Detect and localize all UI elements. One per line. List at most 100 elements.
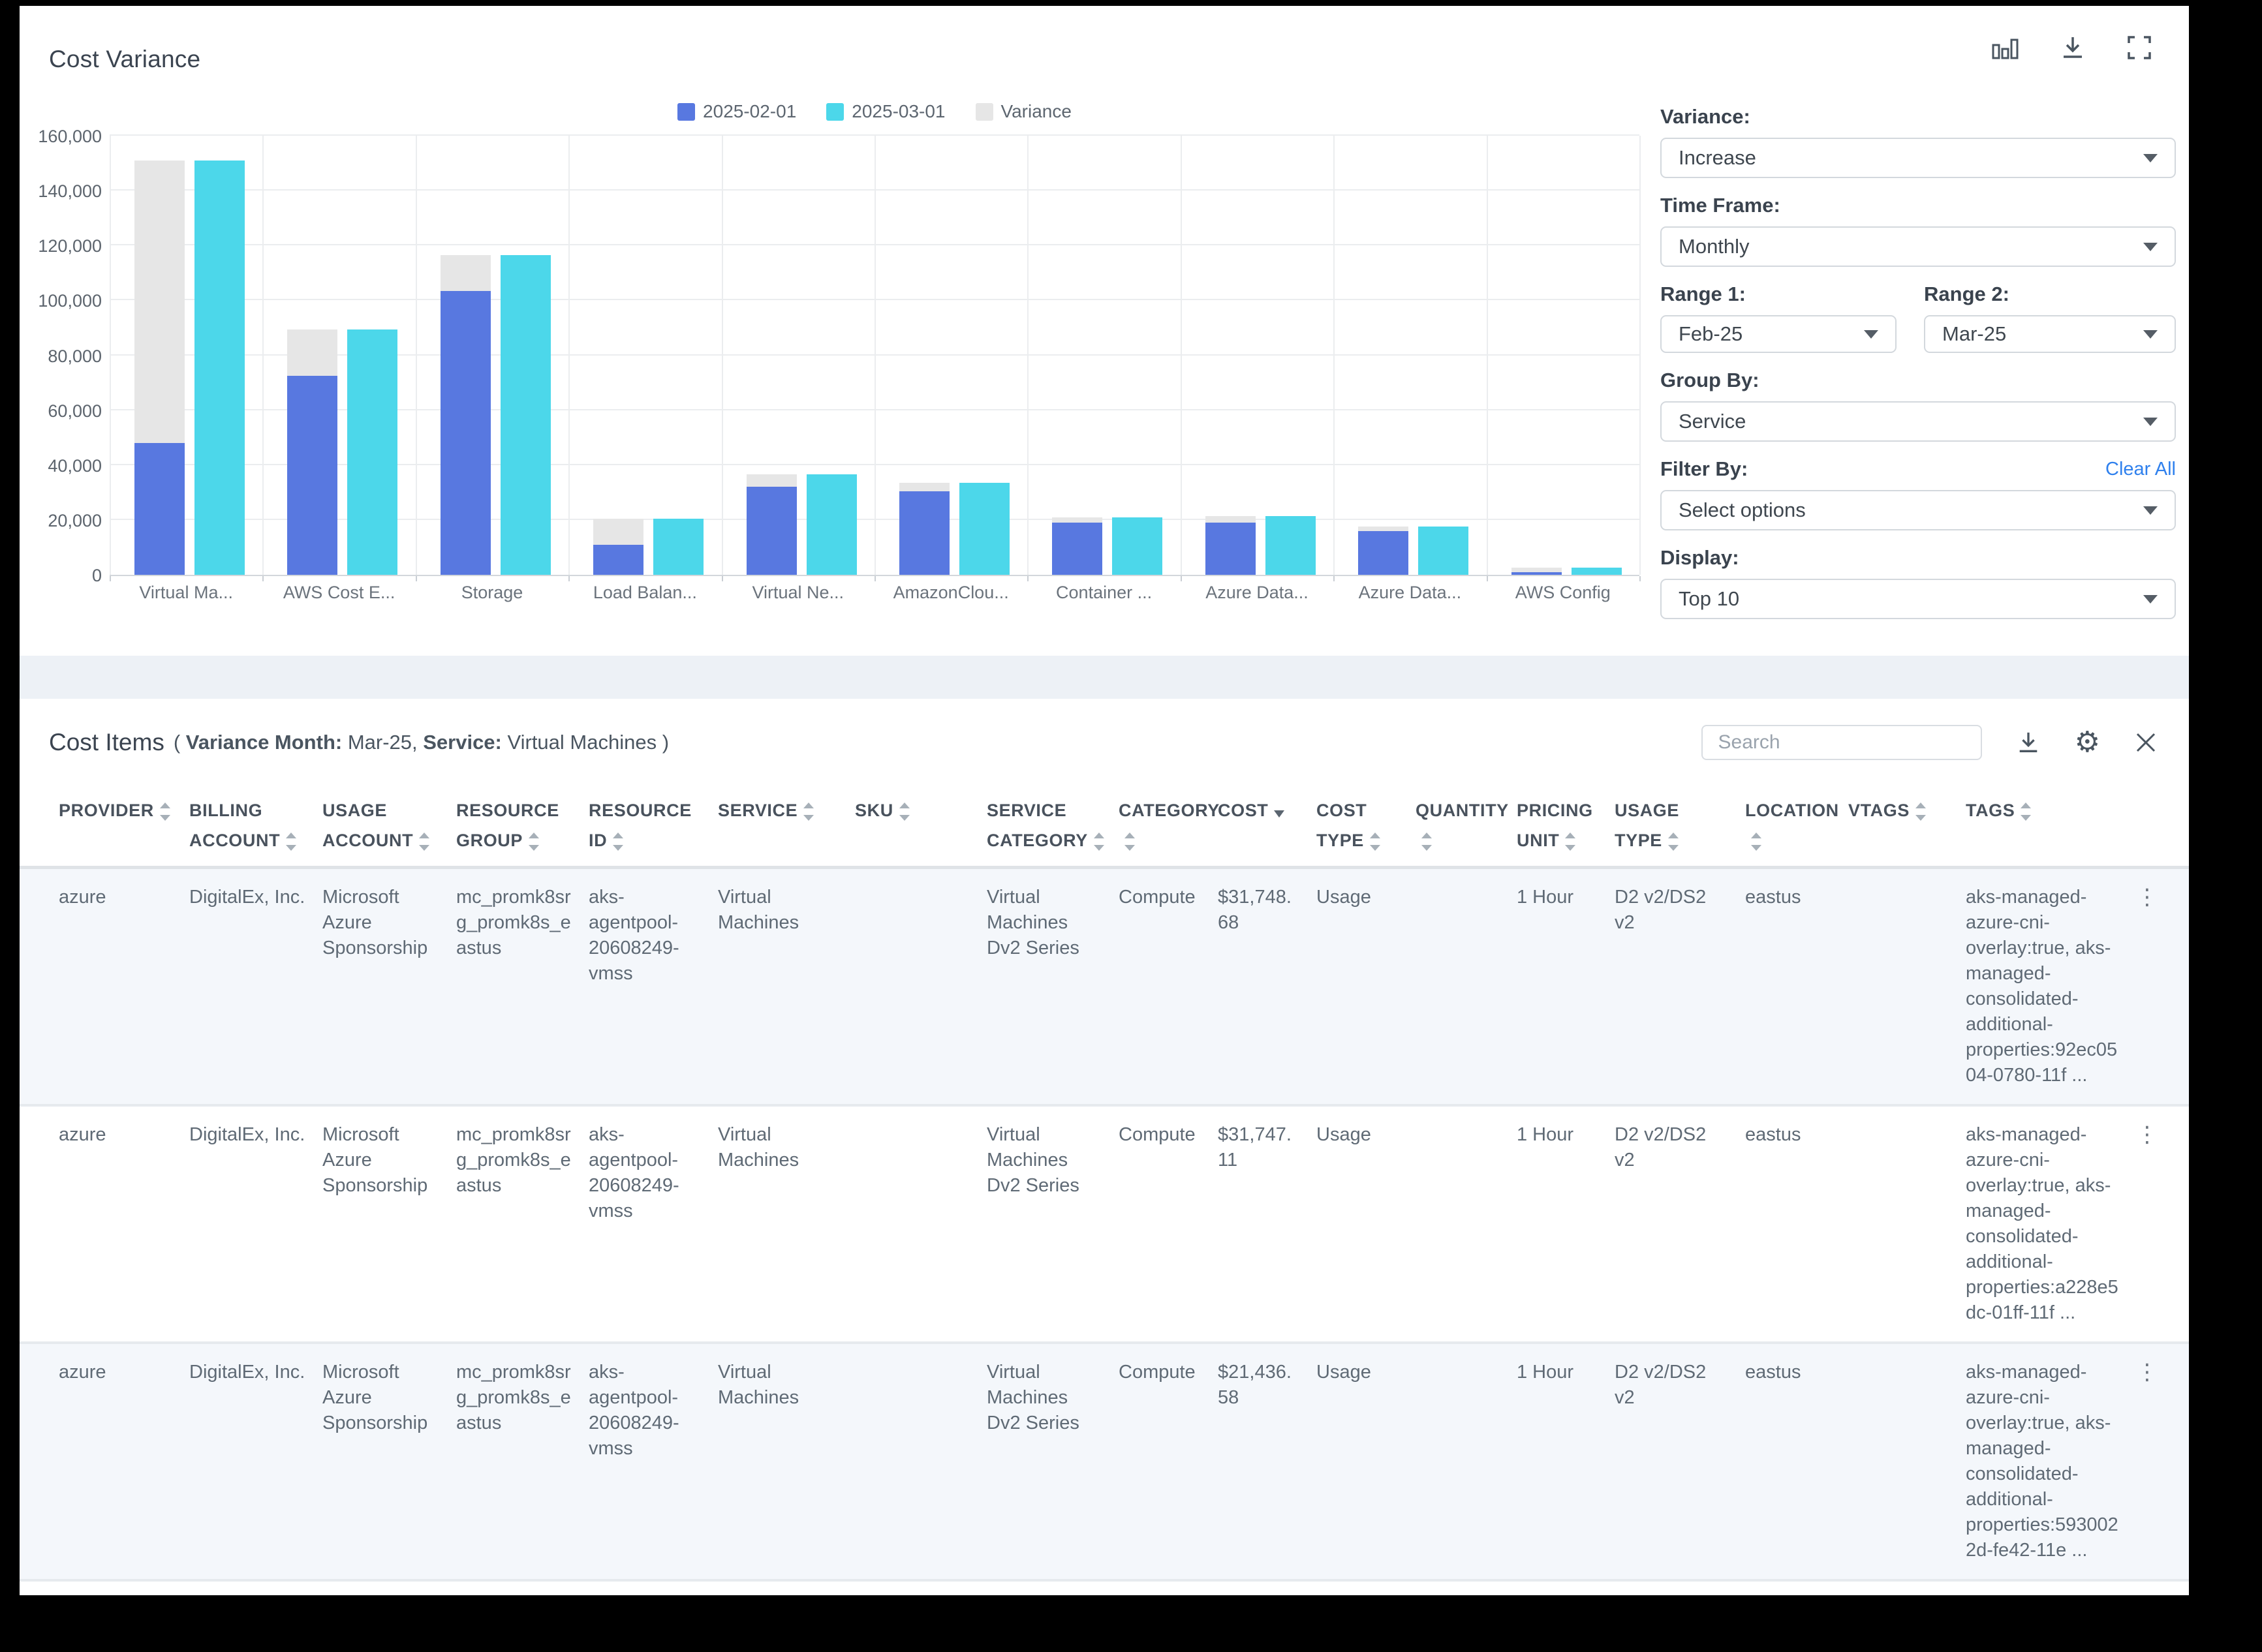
sort-icon (1124, 831, 1135, 853)
column-header-usage-account[interactable]: USAGE ACCOUNT (322, 795, 456, 855)
column-header-billing-account[interactable]: BILLING ACCOUNT (189, 795, 322, 855)
axis-tick (722, 576, 723, 581)
cell-service-category: Virtual Machines Dv2 Series (987, 1122, 1119, 1326)
sort-icon (1094, 831, 1104, 853)
axis-tick (110, 576, 111, 581)
cell-service: Virtual Machines (718, 1360, 855, 1563)
variance-label: Variance: (1660, 105, 2176, 129)
legend-item[interactable]: Variance (976, 101, 1072, 122)
cell-category: Compute (1119, 885, 1218, 1088)
filter-by-select[interactable]: Select options (1660, 490, 2176, 530)
axis-tick (262, 576, 264, 581)
range2-label: Range 2: (1924, 283, 2176, 306)
bar-2025-03-01 (1265, 516, 1316, 575)
axis-tick (416, 576, 417, 581)
filter-by-label: Filter By: (1660, 457, 1748, 481)
x-category-label: Virtual Ne... (722, 583, 875, 603)
column-header-category[interactable]: CATEGORY (1119, 795, 1218, 855)
bar-2025-02-01 (1358, 531, 1408, 575)
download-icon[interactable] (2016, 729, 2041, 756)
range1-select[interactable]: Feb-25 (1660, 315, 1897, 353)
y-tick-label: 160,000 (23, 127, 102, 147)
cell-resource-id: aks-agentpool-20608249-vmss (589, 1360, 718, 1563)
group-separator (262, 136, 264, 575)
x-category-label: AWS Config (1487, 583, 1639, 603)
cell-quantity (1416, 1122, 1517, 1326)
table-row: azureDigitalEx, Inc.Microsoft Azure Spon… (20, 1341, 2189, 1579)
column-header-tags[interactable]: TAGS (1966, 795, 2134, 855)
chart-type-icon[interactable] (1992, 35, 2019, 61)
legend-label: Variance (1001, 101, 1072, 122)
sort-icon (613, 831, 623, 853)
range2-select[interactable]: Mar-25 (1924, 315, 2176, 353)
group-separator (110, 136, 111, 575)
sort-icon (529, 831, 539, 853)
row-menu-icon[interactable]: ⋮ (2134, 885, 2160, 1088)
bar-2025-03-01 (807, 474, 857, 575)
chevron-down-icon (2143, 330, 2158, 339)
chevron-down-icon (2143, 418, 2158, 426)
time-frame-select[interactable]: Monthly (1660, 226, 2176, 267)
cell-cost-type: Usage (1316, 1360, 1416, 1563)
column-header-vtags[interactable]: VTAGS (1848, 795, 1966, 855)
page-title: Cost Variance (49, 46, 200, 73)
column-header-service[interactable]: SERVICE (718, 795, 855, 855)
cell-provider: azure (59, 1122, 189, 1326)
group-by-value: Service (1679, 410, 1746, 433)
cell-service-category: Virtual Machines Dv2 Series (987, 885, 1119, 1088)
sort-icon (286, 831, 296, 853)
bar-2025-02-01 (1511, 572, 1562, 575)
x-category-label: Load Balan... (568, 583, 721, 603)
cell-location: eastus (1745, 885, 1848, 1088)
row-menu-icon[interactable]: ⋮ (2134, 1122, 2160, 1326)
axis-tick (1333, 576, 1335, 581)
column-header-cost[interactable]: COST (1218, 795, 1316, 855)
legend-label: 2025-03-01 (852, 101, 945, 122)
cell-location: eastus (1745, 1122, 1848, 1326)
axis-tick (1487, 576, 1488, 581)
column-header-provider[interactable]: PROVIDER (59, 795, 189, 855)
bar-2025-02-01 (593, 545, 643, 575)
variance-select[interactable]: Increase (1660, 138, 2176, 178)
chevron-down-icon (2143, 243, 2158, 251)
column-header-usage-type[interactable]: USAGE TYPE (1615, 795, 1745, 855)
group-separator (1181, 136, 1182, 575)
time-frame-label: Time Frame: (1660, 194, 2176, 217)
cell-usage-type: D2 v2/DS2 v2 (1615, 885, 1745, 1088)
group-by-select[interactable]: Service (1660, 401, 2176, 442)
row-menu-icon[interactable]: ⋮ (2134, 1360, 2160, 1563)
range1-value: Feb-25 (1679, 322, 1743, 346)
cell-usage-account: Microsoft Azure Sponsorship (322, 885, 456, 1088)
display-select[interactable]: Top 10 (1660, 579, 2176, 619)
close-icon[interactable] (2134, 731, 2158, 754)
cell-usage-type: D2 v2/DS2 v2 (1615, 1122, 1745, 1326)
bar-2025-02-01 (441, 291, 491, 575)
cell-billing-account: DigitalEx, Inc. (189, 1360, 322, 1563)
y-tick-label: 80,000 (23, 346, 102, 367)
column-header-quantity[interactable]: QUANTITY (1416, 795, 1517, 855)
y-tick-label: 0 (23, 566, 102, 586)
bar-2025-02-01 (1205, 523, 1256, 575)
download-icon[interactable] (2060, 35, 2086, 61)
cell-cost-type: Usage (1316, 1122, 1416, 1326)
range2-value: Mar-25 (1942, 322, 2006, 346)
gear-icon[interactable]: ⚙ (2075, 728, 2100, 757)
cell-resource-id: aks-agentpool-20608249-vmss (589, 1122, 718, 1326)
column-header-cost-type[interactable]: COST TYPE (1316, 795, 1416, 855)
legend-swatch (677, 103, 695, 121)
legend-item[interactable]: 2025-03-01 (826, 101, 945, 122)
cell-usage-account: Microsoft Azure Sponsorship (322, 1122, 456, 1326)
search-input[interactable] (1701, 725, 1982, 760)
column-header-resource-id[interactable]: RESOURCE ID (589, 795, 718, 855)
legend-item[interactable]: 2025-02-01 (677, 101, 796, 122)
clear-all-link[interactable]: Clear All (2105, 459, 2176, 480)
cell-provider: azure (59, 885, 189, 1088)
column-header-resource-group[interactable]: RESOURCE GROUP (456, 795, 589, 855)
y-tick-label: 40,000 (23, 456, 102, 476)
column-header-pricing-unit[interactable]: PRICING UNIT (1517, 795, 1615, 855)
column-header-service-category[interactable]: SERVICE CATEGORY (987, 795, 1119, 855)
column-header-sku[interactable]: SKU (855, 795, 987, 855)
fullscreen-icon[interactable] (2126, 35, 2152, 61)
group-separator (1027, 136, 1029, 575)
column-header-location[interactable]: LOCATION (1745, 795, 1848, 855)
